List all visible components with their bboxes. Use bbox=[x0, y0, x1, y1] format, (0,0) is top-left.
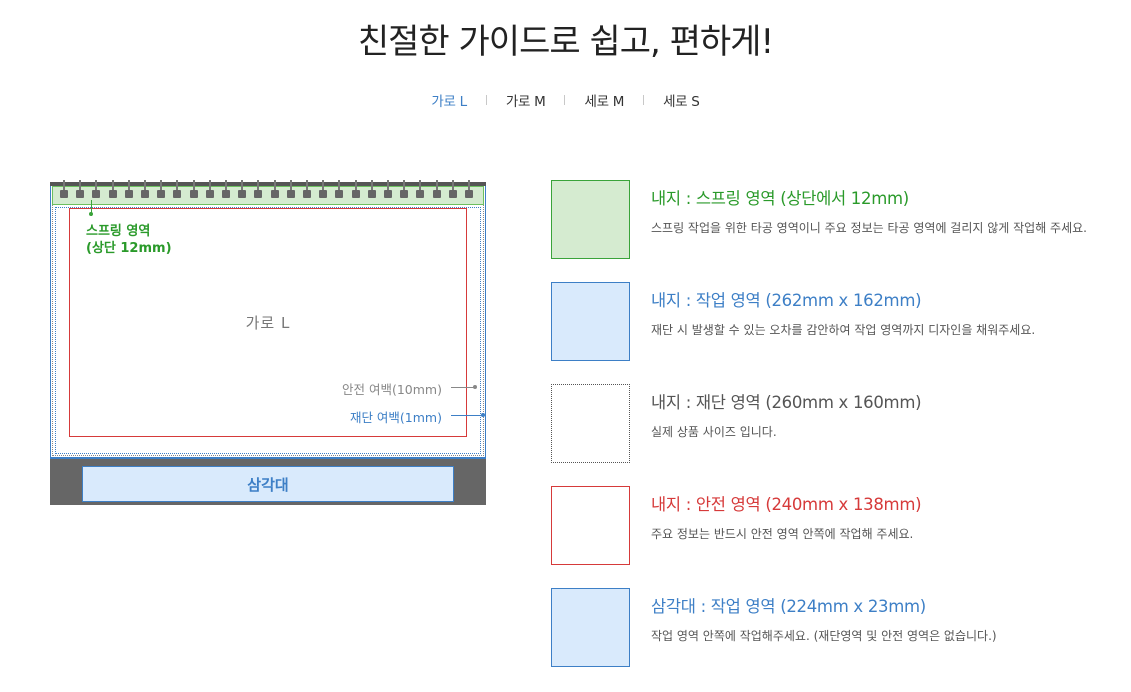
tab-portrait-m[interactable]: 세로 M bbox=[565, 90, 643, 110]
spring-ring bbox=[465, 180, 474, 202]
product-size-label: 가로 L bbox=[245, 314, 291, 332]
spring-ring bbox=[157, 180, 166, 202]
bleed-margin-label: 재단 여백(1mm) bbox=[349, 410, 442, 425]
legend-swatch-safe bbox=[551, 486, 630, 565]
spring-area-label: 스프링 영역 (상단 12mm) bbox=[86, 223, 172, 257]
spring-ring bbox=[416, 180, 425, 202]
legend-item-work: 내지 : 작업 영역 (262mm x 162mm) 재단 시 발생할 수 있는… bbox=[551, 282, 1121, 362]
spring-ring bbox=[335, 180, 344, 202]
spring-ring bbox=[270, 180, 280, 202]
spring-ring bbox=[448, 180, 458, 202]
legend-title: 내지 : 작업 영역 (262mm x 162mm) bbox=[651, 291, 922, 310]
spring-ring bbox=[173, 180, 182, 202]
spring-label-line2: (상단 12mm) bbox=[86, 241, 172, 256]
tab-landscape-m[interactable]: 가로 M bbox=[487, 90, 565, 110]
page-title: 친절한 가이드로 쉽고, 편하게! bbox=[357, 22, 774, 62]
spring-label-line1: 스프링 영역 bbox=[86, 224, 151, 239]
spring-ring bbox=[400, 180, 409, 202]
spring-ring bbox=[205, 180, 215, 202]
spring-ring bbox=[319, 180, 328, 202]
spring-ring bbox=[222, 180, 231, 202]
legend-swatch-cut bbox=[551, 384, 630, 463]
size-tabs: 가로 L 가로 M 세로 M 세로 S bbox=[0, 90, 1131, 110]
spring-ring bbox=[351, 180, 361, 202]
calendar-diagram: 스프링 영역 (상단 12mm) 가로 L 안전 여백(10mm) 재단 여백(… bbox=[50, 180, 486, 506]
spring-ring bbox=[367, 180, 377, 202]
legend-desc: 실제 상품 사이즈 입니다. bbox=[651, 425, 777, 439]
spring-ring bbox=[384, 180, 393, 202]
spring-ring bbox=[303, 180, 312, 202]
spring-ring bbox=[254, 180, 263, 202]
tab-portrait-s[interactable]: 세로 S bbox=[644, 90, 719, 110]
bleed-margin-pointer bbox=[451, 415, 483, 416]
legend-desc: 작업 영역 안쪽에 작업해주세요. (재단영역 및 안전 영역은 없습니다.) bbox=[651, 629, 997, 643]
safe-margin-dot bbox=[473, 385, 477, 389]
legend-title: 내지 : 스프링 영역 (상단에서 12mm) bbox=[651, 189, 909, 208]
legend-swatch-work bbox=[551, 282, 630, 361]
safe-margin-pointer bbox=[451, 387, 475, 388]
legend-desc: 스프링 작업을 위한 타공 영역이니 주요 정보는 타공 영역에 걸리지 않게 … bbox=[651, 221, 1087, 235]
spring-ring bbox=[60, 180, 69, 202]
safe-margin-label: 안전 여백(10mm) bbox=[342, 382, 442, 397]
spring-ring bbox=[238, 180, 247, 202]
legend-title: 삼각대 : 작업 영역 (224mm x 23mm) bbox=[651, 597, 926, 616]
spring-ring bbox=[189, 180, 199, 202]
spring-ring bbox=[124, 180, 134, 202]
legend-item-cut: 내지 : 재단 영역 (260mm x 160mm) 실제 상품 사이즈 입니다… bbox=[551, 384, 1121, 464]
legend-desc: 주요 정보는 반드시 안전 영역 안쪽에 작업해 주세요. bbox=[651, 527, 914, 541]
spring-ring bbox=[76, 180, 85, 202]
stand-work-area: 삼각대 bbox=[82, 466, 454, 502]
legend-title: 내지 : 재단 영역 (260mm x 160mm) bbox=[651, 393, 922, 412]
legend-desc: 재단 시 발생할 수 있는 오차를 감안하여 작업 영역까지 디자인을 채워주세… bbox=[651, 323, 1036, 337]
legend-item-safe: 내지 : 안전 영역 (240mm x 138mm) 주요 정보는 반드시 안전… bbox=[551, 486, 1121, 566]
spring-rings bbox=[60, 180, 480, 206]
spring-ring bbox=[141, 180, 150, 202]
bleed-margin-dot bbox=[481, 413, 485, 417]
legend-item-spring: 내지 : 스프링 영역 (상단에서 12mm) 스프링 작업을 위한 타공 영역… bbox=[551, 180, 1121, 260]
legend-swatch-spring bbox=[551, 180, 630, 259]
spring-ring bbox=[92, 180, 101, 202]
legend-swatch-stand bbox=[551, 588, 630, 667]
spring-ring bbox=[432, 180, 442, 202]
legend-item-stand: 삼각대 : 작업 영역 (224mm x 23mm) 작업 영역 안쪽에 작업해… bbox=[551, 588, 1121, 668]
stand-base: 삼각대 bbox=[50, 457, 486, 505]
spring-callout-dot bbox=[89, 212, 93, 216]
spring-ring bbox=[286, 180, 296, 202]
tab-landscape-l[interactable]: 가로 L bbox=[412, 90, 485, 110]
legend-title: 내지 : 안전 영역 (240mm x 138mm) bbox=[651, 495, 922, 514]
spring-ring bbox=[108, 180, 118, 202]
